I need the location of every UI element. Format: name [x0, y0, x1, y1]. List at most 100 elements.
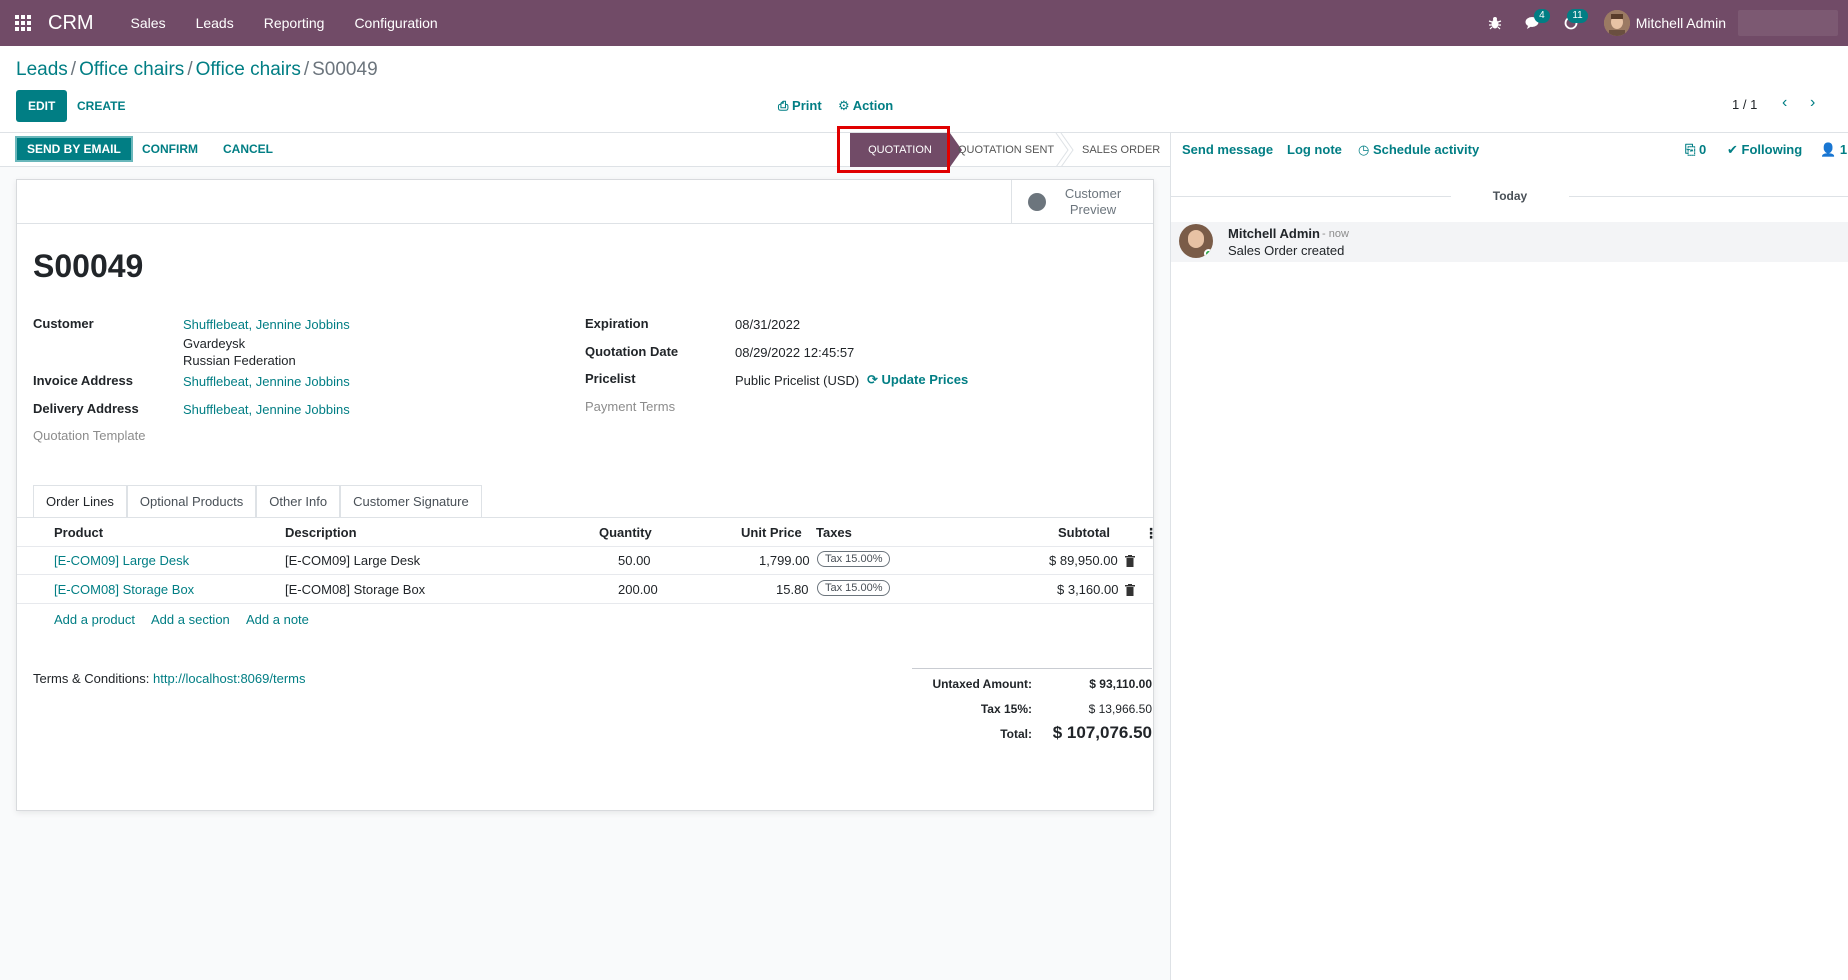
menu-reporting[interactable]: Reporting	[249, 15, 340, 31]
attachments-button[interactable]: ⎘ 0	[1685, 142, 1706, 158]
messages-badge: 4	[1534, 9, 1550, 23]
tab-order-lines[interactable]: Order Lines	[33, 485, 127, 517]
row-1-product[interactable]: [E-COM09] Large Desk	[54, 553, 189, 568]
row-1-divider	[17, 574, 1153, 575]
log-note-button[interactable]: Log note	[1287, 142, 1342, 157]
row-2-divider	[17, 603, 1153, 604]
column-header-subtotal[interactable]: Subtotal	[1058, 525, 1110, 540]
chatter-panel: Send message Log note ◷ Schedule activit…	[1170, 133, 1848, 980]
message-avatar[interactable]	[1179, 224, 1213, 258]
customer-label: Customer	[33, 316, 94, 331]
row-2-subtotal: $ 3,160.00	[1057, 582, 1119, 597]
action-label: Action	[852, 98, 894, 113]
action-menu[interactable]: ⚙ Action	[838, 98, 893, 114]
menu-leads[interactable]: Leads	[181, 15, 249, 31]
chevron-left-icon[interactable]: ‹	[1782, 94, 1787, 112]
row-2-description[interactable]: [E-COM08] Storage Box	[285, 582, 425, 597]
total-label: Total:	[1000, 727, 1032, 741]
row-1-unit-price[interactable]: 1,799.00	[759, 553, 810, 568]
expiration-field[interactable]: 08/31/2022	[735, 317, 800, 332]
chatter-topbar: Send message Log note ◷ Schedule activit…	[1171, 133, 1848, 167]
column-header-product[interactable]: Product	[54, 525, 103, 540]
breadcrumb-office-chairs-2[interactable]: Office chairs	[196, 59, 301, 80]
stage-quotation-sent[interactable]: QUOTATION SENT	[958, 133, 1054, 167]
schedule-activity-button[interactable]: ◷ Schedule activity	[1358, 142, 1479, 158]
message-body: Sales Order created	[1228, 243, 1345, 258]
customer-city: Gvardeysk	[183, 336, 246, 351]
app-brand[interactable]: CRM	[48, 12, 94, 35]
column-header-unit-price[interactable]: Unit Price	[741, 525, 802, 540]
terms-link[interactable]: http://localhost:8069/terms	[153, 671, 305, 686]
confirm-button[interactable]: CONFIRM	[142, 142, 198, 156]
total-value: $ 107,076.50	[1052, 723, 1152, 742]
send-message-button[interactable]: Send message	[1182, 142, 1273, 157]
stage-quotation[interactable]: QUOTATION	[850, 133, 962, 167]
user-menu[interactable]: Mitchell Admin	[1603, 10, 1848, 36]
column-header-quantity[interactable]: Quantity	[599, 525, 652, 540]
update-prices-button[interactable]: ⟳ Update Prices	[867, 372, 968, 388]
menu-configuration[interactable]: Configuration	[339, 15, 452, 31]
tab-divider	[17, 517, 1153, 518]
row-2-tax-badge[interactable]: Tax 15.00%	[817, 580, 891, 596]
followers-count: 1	[1839, 142, 1848, 157]
attachments-count: 0	[1699, 142, 1707, 157]
row-1-trash-icon[interactable]	[1125, 555, 1135, 567]
customer-field[interactable]: Shufflebeat, Jennine Jobbins	[183, 317, 350, 332]
refresh-icon: ⟳	[867, 372, 878, 387]
row-2-product[interactable]: [E-COM08] Storage Box	[54, 582, 194, 597]
menu-sales[interactable]: Sales	[116, 15, 181, 31]
followers-button[interactable]: 👤 1	[1820, 142, 1847, 158]
row-1-tax-badge[interactable]: Tax 15.00%	[817, 551, 891, 567]
delivery-address-label: Delivery Address	[33, 401, 139, 416]
schedule-activity-label: Schedule activity	[1372, 142, 1480, 157]
row-1-description[interactable]: [E-COM09] Large Desk	[285, 553, 420, 568]
following-label: Following	[1741, 142, 1803, 157]
customer-preview-button[interactable]: Customer Preview	[1011, 180, 1153, 224]
activities-icon[interactable]: 11	[1552, 0, 1590, 46]
invoice-address-label: Invoice Address	[33, 373, 133, 388]
tab-customer-signature[interactable]: Customer Signature	[340, 485, 482, 517]
untaxed-amount-label: Untaxed Amount:	[932, 677, 1032, 691]
pager-value[interactable]: 1 / 1	[1732, 97, 1757, 112]
print-menu[interactable]: ⎙ Print	[778, 98, 822, 114]
pricelist-field[interactable]: Public Pricelist (USD)	[735, 373, 859, 388]
bug-icon[interactable]	[1476, 0, 1514, 46]
apps-menu-icon[interactable]	[0, 0, 46, 46]
quotation-date-field[interactable]: 08/29/2022 12:45:57	[735, 345, 854, 360]
delivery-address-field[interactable]: Shufflebeat, Jennine Jobbins	[183, 402, 350, 417]
messages-icon[interactable]: 4	[1514, 0, 1552, 46]
quotation-template-label: Quotation Template	[33, 428, 146, 443]
chevron-right-icon[interactable]: ›	[1810, 94, 1815, 112]
add-note-link[interactable]: Add a note	[246, 612, 309, 627]
message-author[interactable]: Mitchell Admin	[1228, 226, 1320, 241]
breadcrumb-leads[interactable]: Leads	[16, 59, 68, 80]
notebook-tabs: Order Lines Optional Products Other Info…	[33, 485, 482, 517]
stage-sales-order[interactable]: SALES ORDER	[1082, 133, 1160, 167]
row-1-quantity[interactable]: 50.00	[618, 553, 651, 568]
chatter-message: Mitchell Admin - now Sales Order created	[1171, 222, 1848, 262]
tax-value: $ 13,966.50	[1088, 702, 1152, 716]
pricelist-label: Pricelist	[585, 371, 636, 386]
create-button[interactable]: CREATE	[77, 90, 125, 122]
breadcrumb-office-chairs-1[interactable]: Office chairs	[79, 59, 184, 80]
column-header-taxes[interactable]: Taxes	[816, 525, 852, 540]
add-section-link[interactable]: Add a section	[151, 612, 230, 627]
cancel-button[interactable]: CANCEL	[223, 142, 273, 156]
invoice-address-field[interactable]: Shufflebeat, Jennine Jobbins	[183, 374, 350, 389]
edit-button[interactable]: EDIT	[16, 90, 68, 122]
user-name: Mitchell Admin	[1635, 15, 1726, 31]
row-2-trash-icon[interactable]	[1125, 584, 1135, 596]
database-name-badge	[1738, 10, 1838, 36]
following-button[interactable]: ✔ Following	[1727, 142, 1802, 158]
send-by-email-button[interactable]: SEND BY EMAIL	[15, 136, 133, 162]
tab-other-info[interactable]: Other Info	[256, 485, 341, 517]
optional-columns-icon[interactable]: ⋮	[1144, 525, 1158, 542]
clock-icon: ◷	[1358, 142, 1370, 157]
online-status-icon	[1204, 249, 1213, 258]
row-2-unit-price[interactable]: 15.80	[776, 582, 809, 597]
tab-optional-products[interactable]: Optional Products	[126, 485, 257, 517]
document-title: S00049	[33, 248, 144, 284]
column-header-description[interactable]: Description	[285, 525, 357, 540]
add-product-link[interactable]: Add a product	[54, 612, 135, 627]
row-2-quantity[interactable]: 200.00	[618, 582, 658, 597]
